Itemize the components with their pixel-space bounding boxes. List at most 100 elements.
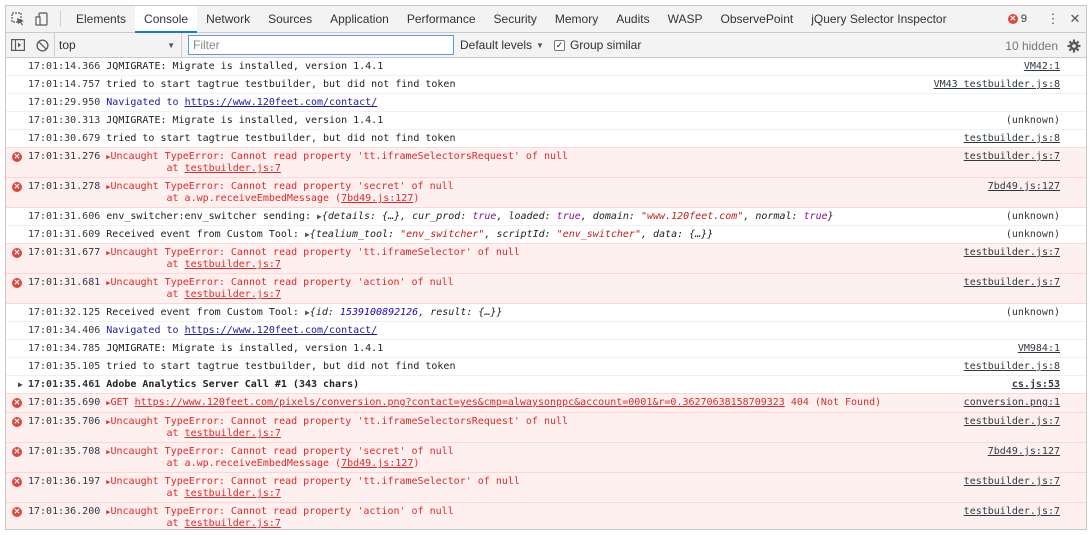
group-similar-label: Group similar bbox=[569, 38, 642, 52]
stack-link[interactable]: testbuilder.js:7 bbox=[185, 259, 281, 270]
console-message: ✕ 17:01:31.677 ▶Uncaught TypeError: Canno… bbox=[6, 243, 1086, 274]
context-selector[interactable]: top ▼ bbox=[54, 32, 182, 58]
tab-sources[interactable]: Sources bbox=[259, 6, 321, 32]
console-message: 17:01:31.609 Received event from Custom … bbox=[6, 226, 1086, 244]
source-link[interactable]: testbuilder.js:7 bbox=[964, 247, 1060, 258]
tab-network[interactable]: Network bbox=[197, 6, 259, 32]
stack-link[interactable]: testbuilder.js:7 bbox=[185, 289, 281, 300]
stack-at: at bbox=[166, 428, 185, 439]
show-sidebar-icon[interactable] bbox=[6, 33, 30, 58]
source-link[interactable]: testbuilder.js:7 bbox=[964, 277, 1060, 288]
timestamp: 17:01:31.677 bbox=[28, 247, 101, 258]
object-preview[interactable]: {details: {…}, cur_prod: true, loaded: t… bbox=[322, 211, 834, 222]
navigation-url[interactable]: https://www.120feet.com/contact/ bbox=[185, 325, 378, 336]
request-url[interactable]: https://www.120feet.com/pixels/conversio… bbox=[135, 397, 785, 408]
error-circle-icon: ✕ bbox=[12, 248, 22, 258]
console-toolbar: top ▼ Default levels ▼ ✓ Group similar 1… bbox=[6, 32, 1086, 58]
stack-link[interactable]: testbuilder.js:7 bbox=[185, 488, 281, 499]
tab-memory[interactable]: Memory bbox=[546, 6, 607, 32]
val: "www.120feet.com" bbox=[640, 211, 744, 222]
navigation-url[interactable]: https://www.120feet.com/contact/ bbox=[185, 97, 378, 108]
inspect-element-icon[interactable] bbox=[6, 6, 30, 32]
message-text: Uncaught TypeError: Cannot read property… bbox=[110, 506, 454, 517]
source-link[interactable]: testbuilder.js:8 bbox=[964, 361, 1060, 372]
stack-link[interactable]: testbuilder.js:7 bbox=[185, 428, 281, 439]
stack-link[interactable]: testbuilder.js:7 bbox=[185, 518, 281, 529]
stack-link[interactable]: 7bd49.js:127 bbox=[341, 458, 413, 469]
source-link[interactable]: VM43 testbuilder.js:8 bbox=[934, 79, 1060, 90]
error-counter[interactable]: ✕ 9 bbox=[1007, 13, 1027, 25]
error-circle-icon: ✕ bbox=[12, 182, 22, 192]
filter-input[interactable] bbox=[188, 35, 454, 55]
val: true bbox=[556, 211, 581, 222]
console-message: ✕ 17:01:36.200 ▶Uncaught TypeError: Canno… bbox=[6, 502, 1086, 529]
source-link[interactable]: VM42:1 bbox=[1024, 61, 1060, 72]
tab-elements[interactable]: Elements bbox=[67, 6, 135, 32]
val: {…} bbox=[478, 307, 497, 318]
close-icon[interactable]: ✕ bbox=[1064, 11, 1086, 27]
key: , cur_prod: bbox=[400, 211, 473, 222]
key: id: bbox=[315, 307, 340, 318]
device-toolbar-icon[interactable] bbox=[30, 6, 54, 32]
tab-jquery-selector-inspector[interactable]: jQuery Selector Inspector bbox=[802, 6, 955, 32]
message-text: Uncaught TypeError: Cannot read property… bbox=[110, 277, 454, 288]
source-link[interactable]: 7bd49.js:127 bbox=[988, 181, 1060, 192]
console-message: ✕ 17:01:31.681 ▶Uncaught TypeError: Canno… bbox=[6, 273, 1086, 304]
error-circle-icon: ✕ bbox=[12, 417, 22, 427]
timestamp: 17:01:35.706 bbox=[28, 416, 101, 427]
timestamp: 17:01:31.609 bbox=[28, 229, 101, 240]
more-vertical-icon[interactable]: ⋮ bbox=[1042, 11, 1064, 27]
key: , scriptId: bbox=[484, 229, 557, 240]
hidden-count: 10 hidden bbox=[1005, 38, 1058, 53]
source-link[interactable]: conversion.png:1 bbox=[964, 397, 1060, 408]
log-levels-dropdown[interactable]: Default levels ▼ bbox=[460, 38, 544, 52]
message-text: Uncaught TypeError: Cannot read property… bbox=[110, 416, 569, 427]
source-link[interactable]: cs.js:53 bbox=[1012, 379, 1060, 390]
source-link[interactable]: testbuilder.js:7 bbox=[964, 151, 1060, 162]
stack-end: ) bbox=[413, 193, 420, 204]
source-link[interactable]: VM984:1 bbox=[1018, 343, 1060, 354]
source-link[interactable]: 7bd49.js:127 bbox=[988, 446, 1060, 457]
console-message: 17:01:14.366 JQMIGRATE: Migrate is insta… bbox=[6, 58, 1086, 76]
tab-performance[interactable]: Performance bbox=[398, 6, 485, 32]
timestamp: 17:01:32.125 bbox=[28, 307, 101, 318]
message-text: Uncaught TypeError: Cannot read property… bbox=[110, 151, 569, 162]
message-text: Navigated to bbox=[106, 97, 185, 108]
source-link[interactable]: testbuilder.js:7 bbox=[964, 506, 1060, 517]
clear-console-icon[interactable] bbox=[30, 33, 54, 58]
stack-line: at a.wp.receiveEmbedMessage (7bd49.js:12… bbox=[28, 193, 419, 204]
source-link[interactable]: testbuilder.js:7 bbox=[964, 416, 1060, 427]
object-preview[interactable]: {tealium_tool: "env_switcher", scriptId:… bbox=[310, 229, 713, 240]
devtools-tabbar: Elements Console Network Sources Application… bbox=[6, 6, 1086, 33]
stack-line: at testbuilder.js:7 bbox=[28, 428, 281, 439]
settings-gear-icon[interactable] bbox=[1066, 38, 1082, 54]
tab-observepoint[interactable]: ObservePoint bbox=[712, 6, 803, 32]
tab-application[interactable]: Application bbox=[321, 6, 398, 32]
tab-audits[interactable]: Audits bbox=[607, 6, 658, 32]
chevron-down-icon: ▼ bbox=[536, 40, 544, 50]
error-count: 9 bbox=[1020, 13, 1027, 25]
source-link[interactable]: testbuilder.js:7 bbox=[964, 476, 1060, 487]
tab-security[interactable]: Security bbox=[485, 6, 546, 32]
stack-end: ) bbox=[413, 458, 420, 469]
source-link[interactable]: testbuilder.js:8 bbox=[964, 133, 1060, 144]
object-preview[interactable]: {id: 1539100892126, result: {…}} bbox=[310, 307, 503, 318]
tab-wasp[interactable]: WASP bbox=[659, 6, 712, 32]
stack-link[interactable]: testbuilder.js:7 bbox=[185, 163, 281, 174]
timestamp: 17:01:31.606 bbox=[28, 211, 101, 222]
tabbar-divider bbox=[60, 11, 61, 27]
group-similar-toggle[interactable]: ✓ Group similar bbox=[553, 38, 642, 52]
timestamp: 17:01:35.461 bbox=[28, 379, 101, 390]
message-text: Navigated to bbox=[106, 325, 185, 336]
stack-at: at a.wp.receiveEmbedMessage ( bbox=[166, 458, 342, 469]
console-message: 17:01:32.125 Received event from Custom … bbox=[6, 304, 1086, 322]
stack-line: at a.wp.receiveEmbedMessage (7bd49.js:12… bbox=[28, 458, 419, 469]
timestamp: 17:01:34.785 bbox=[28, 343, 101, 354]
expand-triangle-icon[interactable]: ▶ bbox=[18, 379, 23, 390]
key: , normal: bbox=[743, 211, 804, 222]
tab-console[interactable]: Console bbox=[135, 6, 198, 33]
group-similar-checkbox[interactable]: ✓ bbox=[553, 39, 565, 51]
val: true bbox=[472, 211, 497, 222]
request-status: 404 (Not Found) bbox=[784, 397, 882, 408]
stack-link[interactable]: 7bd49.js:127 bbox=[341, 193, 413, 204]
